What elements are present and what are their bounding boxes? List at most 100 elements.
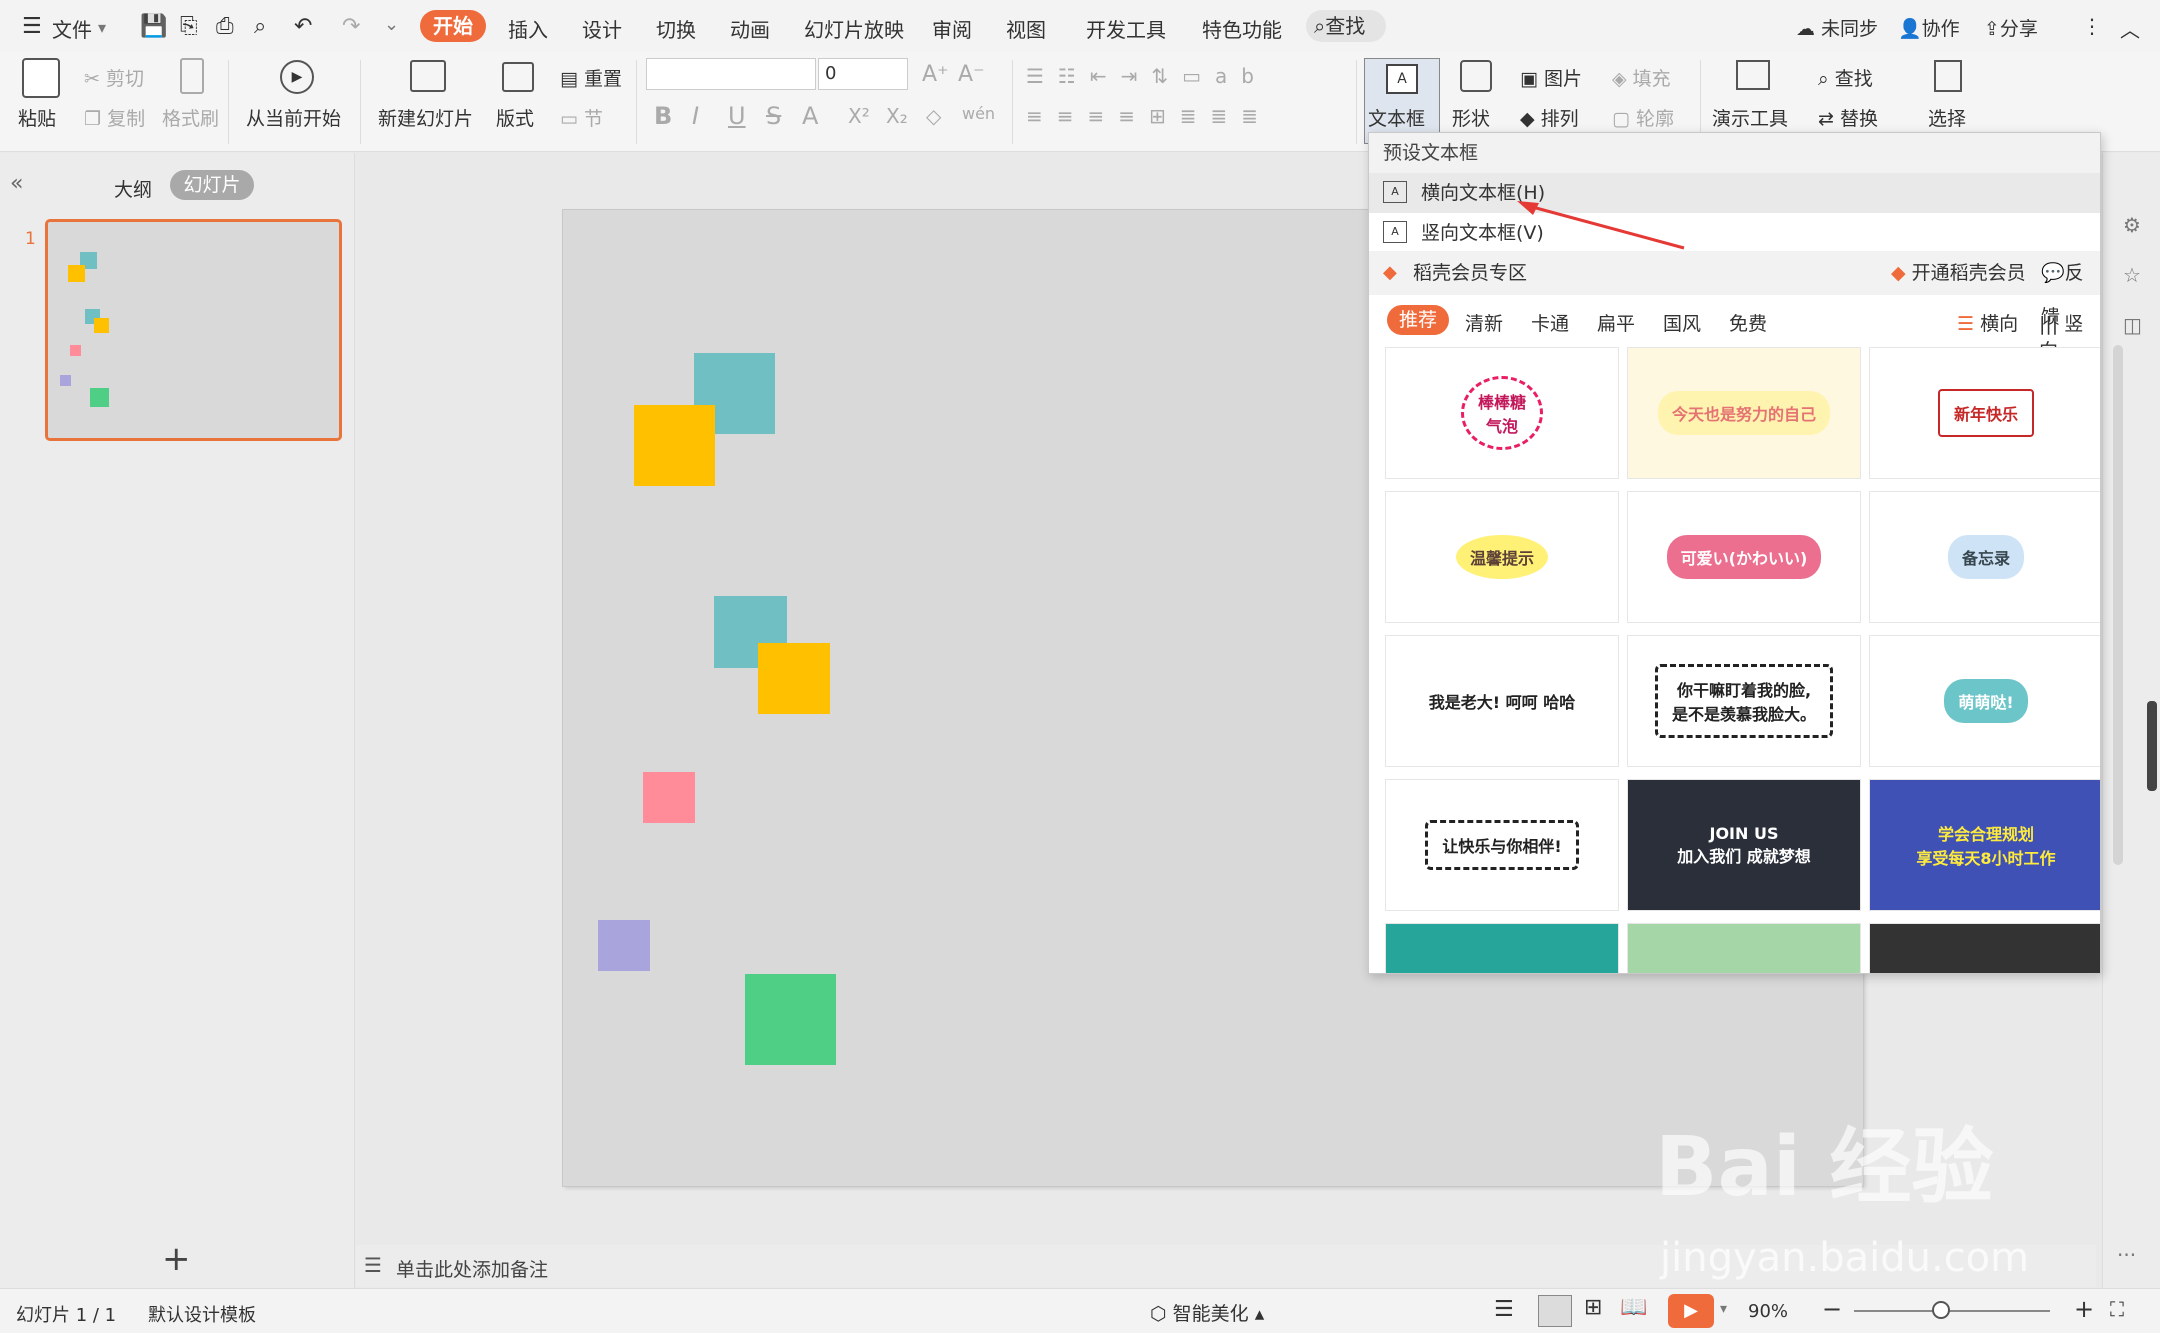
tab-start[interactable]: 开始 <box>420 10 486 42</box>
more-options-icon[interactable]: ⋮ <box>2082 14 2102 38</box>
tab-transition[interactable]: 切换 <box>656 14 696 43</box>
superscript-icon[interactable]: X² <box>848 104 870 128</box>
chevron-down-icon[interactable]: ▾ <box>98 18 106 37</box>
section-button[interactable]: ▭ 节 <box>560 104 603 131</box>
collapse-ribbon-icon[interactable]: ︿ <box>2120 14 2140 43</box>
filter-fresh[interactable]: 清新 <box>1465 309 1503 336</box>
tab-view[interactable]: 视图 <box>1006 14 1046 43</box>
tab-slideshow[interactable]: 幻灯片放映 <box>804 14 904 43</box>
tab-review[interactable]: 审阅 <box>932 14 972 43</box>
collab-button[interactable]: 👤协作 <box>1898 14 1960 41</box>
template-thumbnail[interactable]: 你干嘛盯着我的脸, 是不是羡慕我脸大。 <box>1627 635 1861 767</box>
play-from-current-button[interactable]: 从当前开始 <box>246 104 341 131</box>
slide-thumbnail[interactable] <box>45 219 342 441</box>
property-icon[interactable]: ⚙ <box>2123 213 2141 237</box>
tab-animation[interactable]: 动画 <box>730 14 770 43</box>
template-thumbnail[interactable] <box>1869 923 2100 973</box>
redo-icon[interactable]: ↷ <box>342 14 360 39</box>
square-pink[interactable] <box>643 772 695 823</box>
select-icon[interactable] <box>1934 60 1962 92</box>
tab-insert[interactable]: 插入 <box>508 14 548 43</box>
undo-icon[interactable]: ↶ <box>294 14 312 39</box>
reading-view-icon[interactable]: 📖 <box>1620 1295 1647 1320</box>
strikethrough-icon[interactable]: S <box>766 102 781 130</box>
square-yellow[interactable] <box>634 405 715 486</box>
chevron-down-icon[interactable]: ▾ <box>1720 1301 1727 1317</box>
template-thumbnail[interactable]: 学会合理规划 享受每天8小时工作 <box>1869 779 2100 911</box>
template-name[interactable]: 默认设计模板 <box>148 1301 256 1327</box>
find-button[interactable]: ⌕ 查找 <box>1818 64 1873 91</box>
zoom-out-button[interactable]: − <box>1822 1295 1842 1323</box>
window-icon[interactable]: ◫ <box>2123 313 2142 337</box>
dropdown-scrollbar[interactable] <box>2113 345 2123 865</box>
bold-icon[interactable]: B <box>654 102 672 130</box>
template-thumbnail[interactable]: 我是老大! 呵呵 哈哈 <box>1385 635 1619 767</box>
play-slideshow-button[interactable]: ▶ <box>1668 1294 1714 1328</box>
star-icon[interactable]: ☆ <box>2123 263 2141 287</box>
filter-recommend[interactable]: 推荐 <box>1387 305 1449 335</box>
picture-button[interactable]: ▣ 图片 <box>1520 64 1582 91</box>
presentation-tools-button[interactable]: 演示工具 <box>1712 104 1788 131</box>
zoom-slider-handle[interactable] <box>1932 1301 1950 1319</box>
template-thumbnail[interactable]: JOIN US 加入我们 成就梦想 <box>1627 779 1861 911</box>
square-lavender[interactable] <box>598 920 650 971</box>
zoom-slider-track[interactable] <box>1854 1310 2050 1312</box>
template-thumbnail[interactable]: 可爱い(かわいい) <box>1627 491 1861 623</box>
template-thumbnail[interactable] <box>1385 923 1619 973</box>
add-slide-button[interactable]: + <box>162 1239 191 1279</box>
outline-button[interactable]: ▢ 轮廓 <box>1612 104 1674 131</box>
notes-placeholder[interactable]: 单击此处添加备注 <box>396 1255 548 1282</box>
italic-icon[interactable]: I <box>692 102 699 130</box>
alignment-tools-row2[interactable]: ≡≡≡≡⊞≣≣≣ <box>1026 104 1272 128</box>
shape-icon[interactable] <box>1460 60 1492 92</box>
new-slide-icon[interactable] <box>410 60 446 92</box>
tab-slides[interactable]: 幻灯片 <box>170 170 254 200</box>
filter-chinese[interactable]: 国风 <box>1663 309 1701 336</box>
font-family-select[interactable] <box>646 58 816 90</box>
template-thumbnail[interactable]: 萌萌哒! <box>1869 635 2100 767</box>
export-icon[interactable]: ⎘ <box>180 14 198 39</box>
paste-button[interactable]: 粘贴 <box>18 104 56 131</box>
template-thumbnail[interactable]: 温馨提示 <box>1385 491 1619 623</box>
reset-button[interactable]: ▤ 重置 <box>560 64 622 91</box>
filter-free[interactable]: 免费 <box>1729 309 1767 336</box>
orient-horizontal[interactable]: ☰ 横向 <box>1957 309 2018 336</box>
side-handle[interactable] <box>2147 701 2157 791</box>
more-icon[interactable]: ⌄ <box>384 14 399 35</box>
tab-design[interactable]: 设计 <box>582 14 622 43</box>
new-slide-button[interactable]: 新建幻灯片 <box>378 104 473 131</box>
normal-view-icon[interactable] <box>1538 1295 1572 1327</box>
vertical-textbox-item[interactable]: A 竖向文本框(V) <box>1369 213 2100 253</box>
fill-button[interactable]: ◈ 填充 <box>1612 64 1671 91</box>
template-thumbnail[interactable]: 工作任务太多做不完怎么办 <box>1627 923 1861 973</box>
filter-flat[interactable]: 扁平 <box>1597 309 1635 336</box>
font-shrink-icon[interactable]: A⁻ <box>958 62 985 87</box>
tab-developer[interactable]: 开发工具 <box>1086 14 1166 43</box>
underline-icon[interactable]: U <box>728 102 746 130</box>
more-icon[interactable]: ··· <box>2117 1243 2136 1267</box>
font-color-icon[interactable]: A <box>802 102 818 130</box>
square-green[interactable] <box>745 974 836 1065</box>
collapse-panel-icon[interactable]: « <box>10 171 23 196</box>
filter-cartoon[interactable]: 卡通 <box>1531 309 1569 336</box>
phonetic-icon[interactable]: wén <box>962 104 995 123</box>
grid-view-icon[interactable]: ⊞ <box>1584 1295 1602 1320</box>
format-painter-icon[interactable] <box>180 58 204 94</box>
square-yellow[interactable] <box>758 643 830 714</box>
template-thumbnail[interactable]: 今天也是努力的自己 <box>1627 347 1861 479</box>
horizontal-textbox-item[interactable]: A 横向文本框(H) <box>1369 173 2100 213</box>
paste-icon[interactable] <box>22 58 60 98</box>
print-preview-icon[interactable]: ⌕ <box>254 14 266 39</box>
template-thumbnail[interactable]: 棒棒糖 气泡 <box>1385 347 1619 479</box>
hamburger-icon[interactable]: ☰ <box>22 14 42 39</box>
tab-outline[interactable]: 大纲 <box>114 175 152 202</box>
template-thumbnail[interactable]: 让快乐与你相伴! <box>1385 779 1619 911</box>
format-painter-button[interactable]: 格式刷 <box>162 104 219 131</box>
zoom-in-button[interactable]: + <box>2074 1295 2094 1323</box>
play-icon[interactable]: ▶ <box>280 60 314 94</box>
template-thumbnail[interactable]: 备忘录 <box>1869 491 2100 623</box>
presentation-tools-icon[interactable] <box>1736 60 1770 90</box>
tab-special[interactable]: 特色功能 <box>1202 14 1282 43</box>
layout-icon[interactable] <box>502 62 534 92</box>
replace-button[interactable]: ⇄ 替换 <box>1818 104 1878 131</box>
